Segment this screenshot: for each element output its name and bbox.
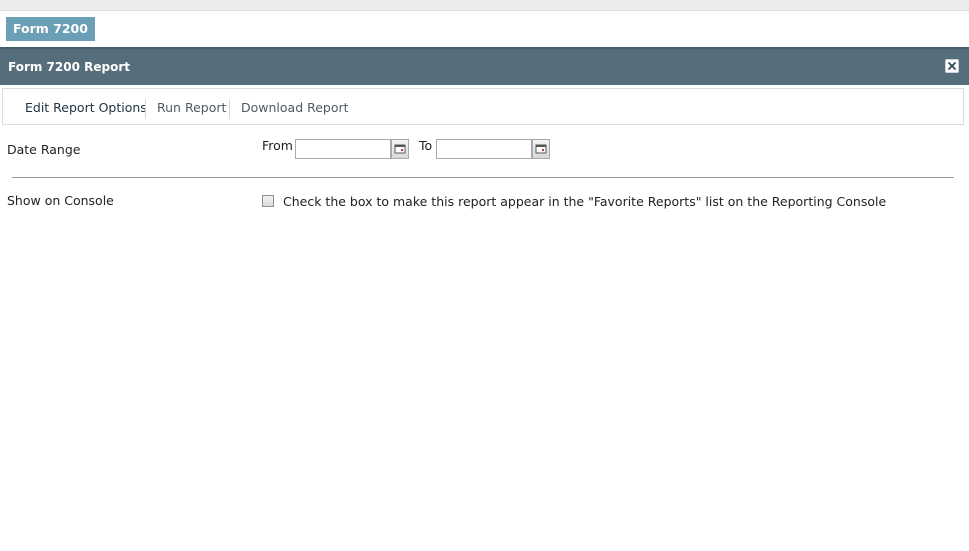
separator bbox=[229, 99, 230, 119]
section-divider bbox=[12, 177, 954, 178]
download-report-link[interactable]: Download Report bbox=[241, 89, 349, 126]
show-on-console-label: Show on Console bbox=[7, 193, 114, 208]
to-label: To bbox=[419, 138, 433, 153]
run-report-link[interactable]: Run Report bbox=[157, 89, 226, 126]
tab-row: Form 7200 bbox=[0, 11, 969, 48]
from-date-input[interactable] bbox=[295, 139, 391, 159]
report-options-bar: Edit Report Options Run Report Download … bbox=[2, 88, 964, 125]
calendar-icon bbox=[394, 144, 406, 154]
separator bbox=[145, 99, 146, 119]
dialog-title: Form 7200 Report bbox=[8, 60, 130, 74]
show-on-console-checkbox[interactable] bbox=[262, 195, 274, 207]
close-icon bbox=[948, 62, 956, 70]
dialog-title-bar: Form 7200 Report bbox=[0, 47, 969, 85]
calendar-icon bbox=[535, 144, 547, 154]
to-date-input[interactable] bbox=[436, 139, 532, 159]
show-on-console-description: Check the box to make this report appear… bbox=[283, 194, 887, 209]
from-label: From bbox=[262, 138, 293, 153]
top-strip bbox=[0, 0, 969, 11]
edit-report-options-link[interactable]: Edit Report Options bbox=[25, 89, 147, 126]
close-button[interactable] bbox=[945, 59, 959, 73]
from-calendar-button[interactable] bbox=[391, 139, 409, 159]
tab-form-7200[interactable]: Form 7200 bbox=[6, 17, 95, 41]
to-calendar-button[interactable] bbox=[532, 139, 550, 159]
date-range-label: Date Range bbox=[7, 142, 81, 157]
